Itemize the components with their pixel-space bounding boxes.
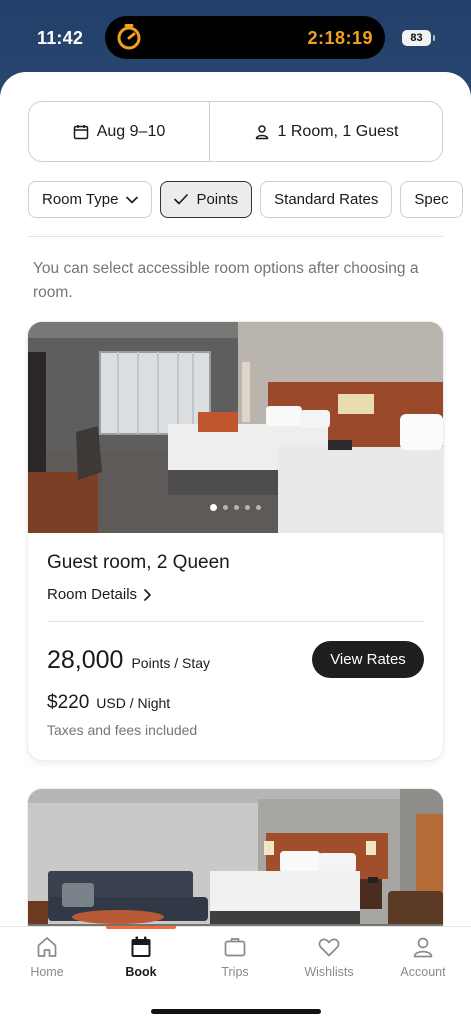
checkmark-icon — [174, 194, 189, 205]
carousel-dot — [234, 505, 239, 510]
person-icon — [413, 937, 433, 958]
points-amount: 28,000 — [47, 646, 124, 674]
chevron-right-icon — [144, 588, 151, 601]
price-amount: $220 — [47, 692, 90, 713]
home-indicator[interactable] — [151, 1009, 321, 1014]
taxes-note: Taxes and fees included — [47, 722, 198, 738]
carousel-dots — [28, 497, 443, 515]
tab-label: Account — [400, 965, 446, 979]
accessibility-notice: You can select accessible room options a… — [33, 260, 419, 301]
tab-bar: Home Book Trips Wishlists Account — [0, 926, 471, 1024]
filter-room-type[interactable]: Room Type — [28, 181, 153, 218]
points-unit: Points / Stay — [131, 655, 211, 671]
dates-selector[interactable]: Aug 9–10 — [29, 102, 210, 161]
tab-home[interactable]: Home — [0, 935, 94, 979]
home-icon — [37, 937, 57, 957]
filter-points[interactable]: Points — [160, 181, 253, 218]
calendar-icon — [131, 936, 151, 957]
carousel-dot — [256, 505, 261, 510]
status-bar: 11:42 2:18:19 83 — [0, 0, 471, 76]
room-photo-carousel[interactable] — [28, 322, 443, 533]
room-details-label: Room Details — [47, 586, 138, 603]
tab-label: Trips — [221, 965, 249, 979]
search-summary: Aug 9–10 1 Room, 1 Guest — [28, 101, 443, 162]
person-icon — [255, 124, 268, 139]
tab-wishlists[interactable]: Wishlists — [282, 935, 376, 979]
room-name: Guest room, 2 Queen — [47, 552, 230, 573]
timer-readout: 2:18:19 — [307, 28, 373, 48]
filter-label: Spec — [414, 191, 449, 208]
tab-account[interactable]: Account — [376, 935, 470, 979]
tab-label: Book — [125, 965, 157, 979]
view-rates-button[interactable]: View Rates — [312, 641, 424, 678]
chevron-down-icon — [126, 196, 139, 203]
room-card: Guest room, 2 Queen Room Details 28,000 … — [28, 322, 443, 760]
divider — [28, 236, 443, 237]
booking-sheet: Aug 9–10 1 Room, 1 Guest Room Type Point… — [0, 72, 471, 1024]
timer-icon — [117, 24, 141, 50]
filter-label: Room Type — [42, 191, 119, 208]
points-price: 28,000 Points / Stay — [47, 646, 210, 675]
battery-icon: 83 — [402, 30, 435, 46]
tab-label: Wishlists — [304, 965, 354, 979]
heart-icon — [318, 938, 340, 957]
carousel-dot — [223, 505, 228, 510]
dates-label: Aug 9–10 — [96, 122, 166, 140]
occupancy-selector[interactable]: 1 Room, 1 Guest — [210, 102, 442, 161]
carousel-dot — [245, 505, 250, 510]
filter-chips: Room Type Points Standard Rates Spec — [28, 181, 471, 218]
divider — [47, 621, 424, 622]
filter-standard-rates[interactable]: Standard Rates — [260, 181, 393, 218]
tab-trips[interactable]: Trips — [188, 935, 282, 979]
tab-label: Home — [30, 965, 64, 979]
cash-price: $220 USD / Night — [47, 692, 170, 714]
filter-label: Points — [196, 191, 239, 208]
price-unit: USD / Night — [96, 695, 171, 711]
filter-label: Standard Rates — [274, 191, 379, 208]
active-tab-indicator — [106, 926, 176, 929]
carousel-dot — [210, 504, 217, 511]
tab-book[interactable]: Book — [94, 935, 188, 979]
room-details-link[interactable]: Room Details — [47, 586, 151, 603]
filter-special[interactable]: Spec — [400, 181, 463, 218]
occupancy-label: 1 Room, 1 Guest — [277, 122, 399, 140]
briefcase-icon — [224, 938, 246, 957]
dynamic-island[interactable]: 2:18:19 — [105, 16, 385, 59]
status-time: 11:42 — [37, 28, 84, 48]
calendar-icon — [73, 124, 88, 139]
